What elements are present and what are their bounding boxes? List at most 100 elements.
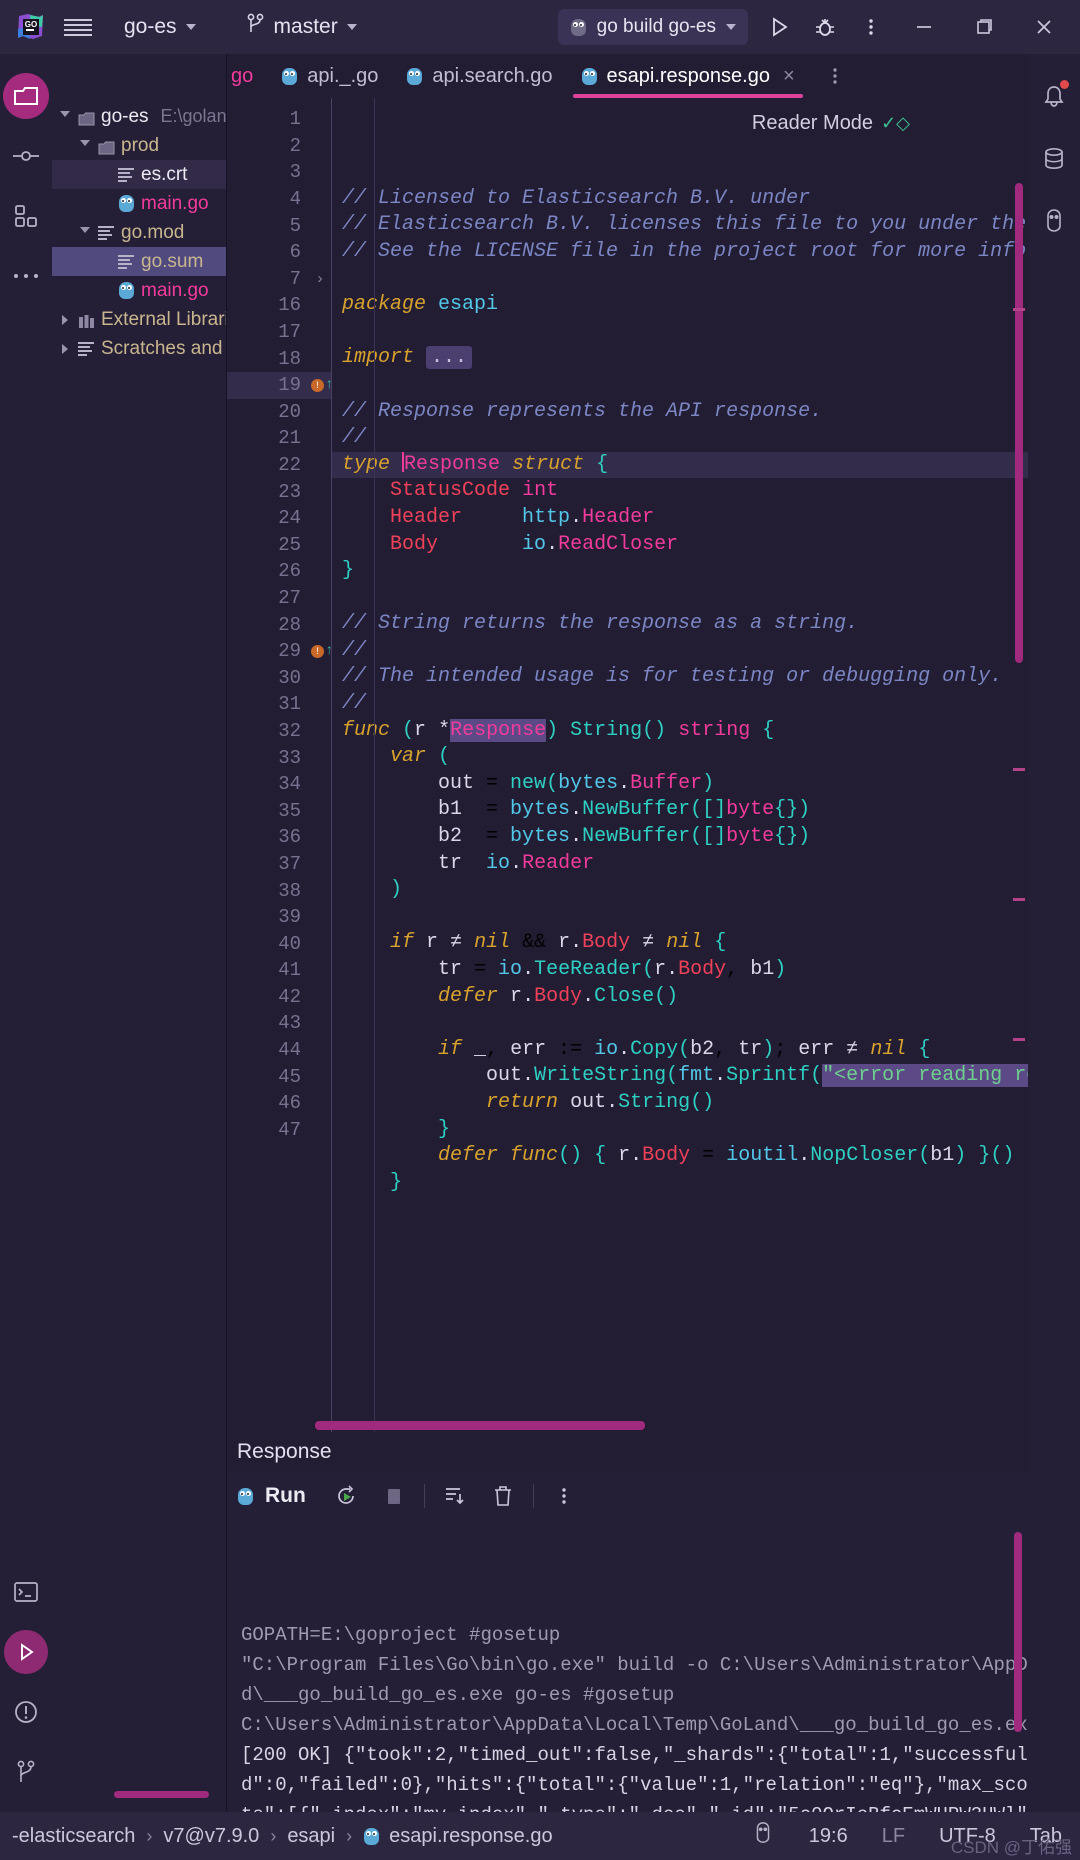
gutter-line-42[interactable]: 42 — [227, 984, 309, 1011]
code-line[interactable] — [332, 585, 1028, 612]
endpoints-icon[interactable] — [751, 1821, 775, 1851]
gutter-line-40[interactable]: 40 — [227, 930, 309, 957]
gutter-line-30[interactable]: 30 — [227, 664, 309, 691]
gutter-line-22[interactable]: 22 — [227, 452, 309, 479]
code-line[interactable]: b1 = bytes.NewBuffer([]byte{}) — [332, 797, 1028, 824]
fold-expand-icon[interactable]: › — [309, 266, 331, 293]
run-button[interactable] — [756, 4, 802, 50]
gutter-line-28[interactable]: 28 — [227, 611, 309, 638]
tree-item-prod[interactable]: prod — [52, 131, 226, 160]
close-button[interactable] — [1014, 0, 1074, 54]
tree-item-main-go[interactable]: main.go — [52, 189, 226, 218]
editor-tab-api-_-go[interactable]: api._.go — [267, 54, 392, 98]
sidebar-item-structure[interactable] — [0, 186, 52, 246]
code-line[interactable]: defer r.Body.Close() — [332, 984, 1028, 1011]
chevron-down-icon[interactable] — [58, 111, 72, 122]
code-line[interactable]: // — [332, 691, 1028, 718]
sidebar-item-notifications[interactable] — [1028, 66, 1080, 128]
code-line[interactable]: if _, err := io.Copy(b2, tr); err ≠ nil … — [332, 1037, 1028, 1064]
code-line[interactable]: tr = io.TeeReader(r.Body, b1) — [332, 957, 1028, 984]
gutter-line-34[interactable]: 34 — [227, 771, 309, 798]
scroll-to-end-button[interactable] — [433, 1474, 477, 1518]
code-line[interactable] — [332, 319, 1028, 346]
code-line[interactable]: return out.String() — [332, 1090, 1028, 1117]
editor-gutter[interactable]: 1 2 3 4 5 6 7 16 17 18 19! ↑ 20 21 22 23 24 25 26 27 28 29! ↑ 3… — [227, 98, 333, 1432]
code-line[interactable]: Header http.Header — [332, 505, 1028, 532]
gutter-line-37[interactable]: 37 — [227, 851, 309, 878]
gutter-line-39[interactable]: 39 — [227, 904, 309, 931]
breadcrumb-item-v7-v7-9-0[interactable]: v7@v7.9.0 — [163, 1825, 259, 1848]
gutter-line-32[interactable]: 32 — [227, 718, 309, 745]
run-configuration-selector[interactable]: go build go-es — [557, 9, 748, 45]
gutter-line-45[interactable]: 45 — [227, 1063, 309, 1090]
editor-fold-column[interactable]: › — [309, 98, 331, 1432]
gutter-line-43[interactable]: 43 — [227, 1010, 309, 1037]
sidebar-item-project[interactable] — [0, 66, 52, 126]
code-line[interactable] — [332, 266, 1028, 293]
sidebar-item-endpoints[interactable] — [1028, 190, 1080, 252]
gutter-line-25[interactable]: 25 — [227, 532, 309, 559]
gutter-line-31[interactable]: 31 — [227, 691, 309, 718]
code-line[interactable]: out.WriteString(fmt.Sprintf("<error read… — [332, 1063, 1028, 1090]
gutter-line-36[interactable]: 36 — [227, 824, 309, 851]
editor-code-area[interactable]: // Licensed to Elasticsearch B.V. under /… — [331, 98, 1028, 1432]
minimize-button[interactable] — [894, 0, 954, 54]
code-line[interactable] — [332, 1010, 1028, 1037]
editor-tab-esapi-response-go[interactable]: esapi.response.go × — [567, 54, 809, 98]
branch-selector[interactable]: master — [236, 9, 367, 45]
code-line[interactable]: package esapi — [332, 292, 1028, 319]
chevron-right-icon[interactable] — [58, 343, 72, 354]
tree-item-go-mod[interactable]: go.mod — [52, 218, 226, 247]
code-line[interactable]: func (r *Response) String() string { — [332, 718, 1028, 745]
tree-item-go-es[interactable]: go-es E:\golanc — [52, 102, 226, 131]
tree-horizontal-scrollbar[interactable] — [114, 1791, 209, 1798]
sidebar-item-database[interactable] — [1028, 128, 1080, 190]
code-line[interactable]: } — [332, 1117, 1028, 1144]
code-line[interactable]: StatusCode int — [332, 478, 1028, 505]
tree-item-main-go[interactable]: main.go — [52, 276, 226, 305]
caret-position[interactable]: 19:6 — [809, 1825, 848, 1848]
breadcrumb-item--elasticsearch[interactable]: -elasticsearch — [12, 1825, 135, 1848]
gutter-line-20[interactable]: 20 — [227, 399, 309, 426]
code-line[interactable]: // — [332, 638, 1028, 665]
tree-item-go-sum[interactable]: go.sum — [52, 247, 226, 276]
code-line[interactable]: } — [332, 558, 1028, 585]
code-line[interactable]: defer func() { r.Body = ioutil.NopCloser… — [332, 1143, 1028, 1170]
gutter-line-19[interactable]: 19! ↑ — [227, 371, 333, 399]
project-selector[interactable]: go-es — [114, 11, 206, 43]
code-line[interactable]: ) — [332, 877, 1028, 904]
gutter-line-24[interactable]: 24 — [227, 505, 309, 532]
chevron-right-icon[interactable] — [58, 314, 72, 325]
code-line[interactable] — [332, 372, 1028, 399]
gutter-line-21[interactable]: 21 — [227, 425, 309, 452]
code-line[interactable]: import ... — [332, 345, 1028, 372]
gutter-line-4[interactable]: 4 — [227, 186, 309, 213]
gutter-line-3[interactable]: 3 — [227, 159, 309, 186]
chevron-down-icon[interactable] — [78, 227, 92, 238]
editor-tab-api-search-go[interactable]: api.search.go — [392, 54, 566, 98]
code-line[interactable]: type Response struct { — [332, 451, 1028, 479]
tree-item-es-crt[interactable]: es.crt — [52, 160, 226, 189]
chevron-down-icon[interactable] — [78, 140, 92, 151]
code-line[interactable]: // Licensed to Elasticsearch B.V. under — [332, 186, 1028, 213]
sidebar-item-problems[interactable] — [0, 1682, 52, 1742]
code-line[interactable] — [332, 904, 1028, 931]
gutter-line-29[interactable]: 29! ↑ — [227, 638, 333, 665]
gutter-line-33[interactable]: 33 — [227, 744, 309, 771]
console-scrollbar[interactable] — [1014, 1532, 1022, 1732]
breadcrumb-item-esapi[interactable]: esapi — [287, 1825, 335, 1848]
gutter-line-6[interactable]: 6 — [227, 239, 309, 266]
code-line[interactable]: // See the LICENSE file in the project r… — [332, 239, 1028, 266]
editor-vertical-scrollbar[interactable] — [1015, 183, 1023, 663]
gutter-line-1[interactable]: 1 — [227, 106, 309, 133]
sidebar-item-run[interactable] — [0, 1622, 52, 1682]
tree-item-scratches-and-c[interactable]: Scratches and C — [52, 334, 226, 363]
intention-bulb-icon[interactable]: ! — [311, 378, 324, 392]
sidebar-item-terminal[interactable] — [0, 1562, 52, 1622]
gutter-line-46[interactable]: 46 — [227, 1090, 309, 1117]
debug-button[interactable] — [802, 4, 848, 50]
code-line[interactable]: var ( — [332, 744, 1028, 771]
code-line[interactable]: if r ≠ nil && r.Body ≠ nil { — [332, 930, 1028, 957]
maximize-button[interactable] — [954, 0, 1014, 54]
sidebar-more-button[interactable] — [0, 246, 52, 306]
